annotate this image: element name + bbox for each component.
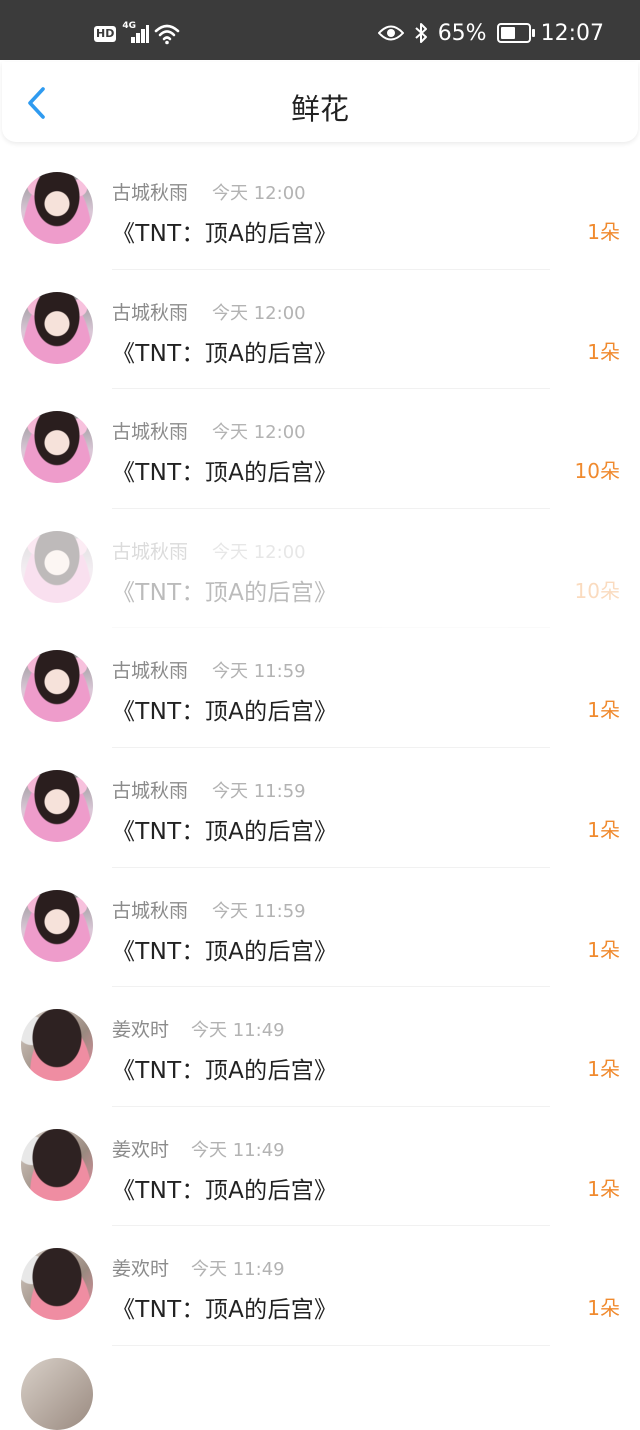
book-title[interactable]: 《TNT：顶A的后宫》 [112, 1290, 337, 1324]
book-title[interactable]: 《TNT：顶A的后宫》 [112, 573, 337, 607]
sender-name[interactable]: 姜欢时 [112, 1015, 169, 1042]
sender-name[interactable]: 古城秋雨 [112, 896, 188, 923]
avatar[interactable] [21, 172, 93, 244]
send-time: 今天 12:00 [212, 541, 306, 563]
book-title[interactable]: 《TNT：顶A的后宫》 [112, 932, 337, 966]
signal-icon: 4G [122, 21, 150, 45]
book-title[interactable]: 《TNT：顶A的后宫》 [112, 1051, 337, 1085]
list-item[interactable]: 古城秋雨 今天 12:00 《TNT：顶A的后宫》 1朵 [0, 150, 640, 270]
list-item[interactable]: 姜欢时 今天 11:49 《TNT：顶A的后宫》 1朵 [0, 987, 640, 1107]
avatar[interactable] [21, 1128, 93, 1201]
send-time: 今天 11:59 [212, 661, 306, 683]
book-title[interactable]: 《TNT：顶A的后宫》 [112, 812, 337, 846]
list-item[interactable]: 古城秋雨 今天 12:00 《TNT：顶A的后宫》 1朵 [0, 270, 640, 390]
send-time: 今天 11:49 [191, 1020, 285, 1042]
sender-name[interactable]: 古城秋雨 [112, 537, 188, 564]
sender-name[interactable]: 古城秋雨 [112, 298, 188, 325]
sender-name[interactable]: 姜欢时 [112, 1135, 169, 1162]
flower-count: 1朵 [587, 339, 620, 364]
avatar[interactable] [21, 411, 93, 484]
status-left: HD 4G [94, 21, 180, 46]
avatar[interactable] [21, 769, 93, 842]
nav-header: 鲜花 [2, 62, 638, 142]
flower-count: 10朵 [574, 459, 620, 484]
clock: 12:07 [540, 20, 604, 46]
send-time: 今天 11:59 [212, 900, 306, 922]
wifi-icon [155, 24, 180, 45]
flower-count: 1朵 [587, 1057, 620, 1082]
status-right: 65% 12:07 [377, 18, 604, 48]
divider [112, 1344, 550, 1346]
send-time: 今天 11:49 [191, 1259, 285, 1281]
list-item[interactable]: 古城秋雨 今天 12:00 《TNT：顶A的后宫》 10朵 [0, 389, 640, 509]
book-title[interactable]: 《TNT：顶A的后宫》 [112, 334, 337, 368]
flower-count: 10朵 [574, 578, 620, 603]
book-title[interactable]: 《TNT：顶A的后宫》 [112, 453, 337, 487]
battery-fill [500, 27, 515, 39]
list-item[interactable]: 古城秋雨 今天 11:59 《TNT：顶A的后宫》 1朵 [0, 628, 640, 748]
battery-icon [496, 23, 535, 43]
hd-icon: HD [94, 26, 117, 42]
avatar[interactable] [21, 889, 93, 962]
send-time: 今天 12:00 [212, 302, 306, 324]
eye-icon [377, 25, 404, 41]
list-item[interactable]: 古城秋雨 今天 11:59 《TNT：顶A的后宫》 1朵 [0, 748, 640, 868]
send-time: 今天 11:59 [212, 780, 306, 802]
send-time: 今天 12:00 [212, 183, 306, 204]
battery-percent: 65% [437, 20, 487, 46]
send-time: 今天 11:49 [191, 1139, 285, 1161]
sender-name[interactable]: 古城秋雨 [112, 417, 188, 444]
flower-count: 1朵 [587, 220, 620, 244]
book-title[interactable]: 《TNT：顶A的后宫》 [112, 214, 337, 248]
status-bar: HD 4G 65% 12:07 [0, 0, 640, 60]
book-title[interactable]: 《TNT：顶A的后宫》 [112, 1171, 337, 1205]
sender-name[interactable]: 姜欢时 [112, 1254, 169, 1281]
flower-count: 1朵 [587, 1176, 620, 1201]
list-item[interactable]: 古城秋雨 今天 12:00 《TNT：顶A的后宫》 10朵 [0, 509, 640, 629]
avatar[interactable] [21, 291, 93, 364]
avatar[interactable] [21, 530, 93, 603]
bluetooth-icon [415, 23, 427, 43]
list-item[interactable]: 姜欢时 今天 11:49 《TNT：顶A的后宫》 1朵 [0, 1226, 640, 1346]
flower-count: 1朵 [587, 1296, 620, 1321]
sender-name[interactable]: 古城秋雨 [112, 656, 188, 683]
flower-count: 1朵 [587, 937, 620, 962]
sender-name[interactable]: 古城秋雨 [112, 178, 188, 205]
list-item[interactable]: 古城秋雨 今天 11:59 《TNT：顶A的后宫》 1朵 [0, 868, 640, 988]
flower-list: 古城秋雨 今天 12:00 《TNT：顶A的后宫》 1朵 古城秋雨 今天 12:00 《TN… [0, 150, 640, 1346]
sender-name[interactable]: 古城秋雨 [112, 776, 188, 803]
flower-count: 1朵 [587, 698, 620, 723]
send-time: 今天 12:00 [212, 422, 306, 444]
flower-count: 1朵 [587, 817, 620, 842]
avatar[interactable] [21, 650, 93, 723]
avatar[interactable] [21, 1248, 93, 1321]
list-item[interactable]: 姜欢时 今天 11:49 《TNT：顶A的后宫》 1朵 [0, 1107, 640, 1227]
avatar[interactable] [21, 1009, 93, 1082]
book-title[interactable]: 《TNT：顶A的后宫》 [112, 692, 337, 726]
page-title: 鲜花 [290, 92, 349, 126]
network-type: 4G [122, 21, 136, 31]
